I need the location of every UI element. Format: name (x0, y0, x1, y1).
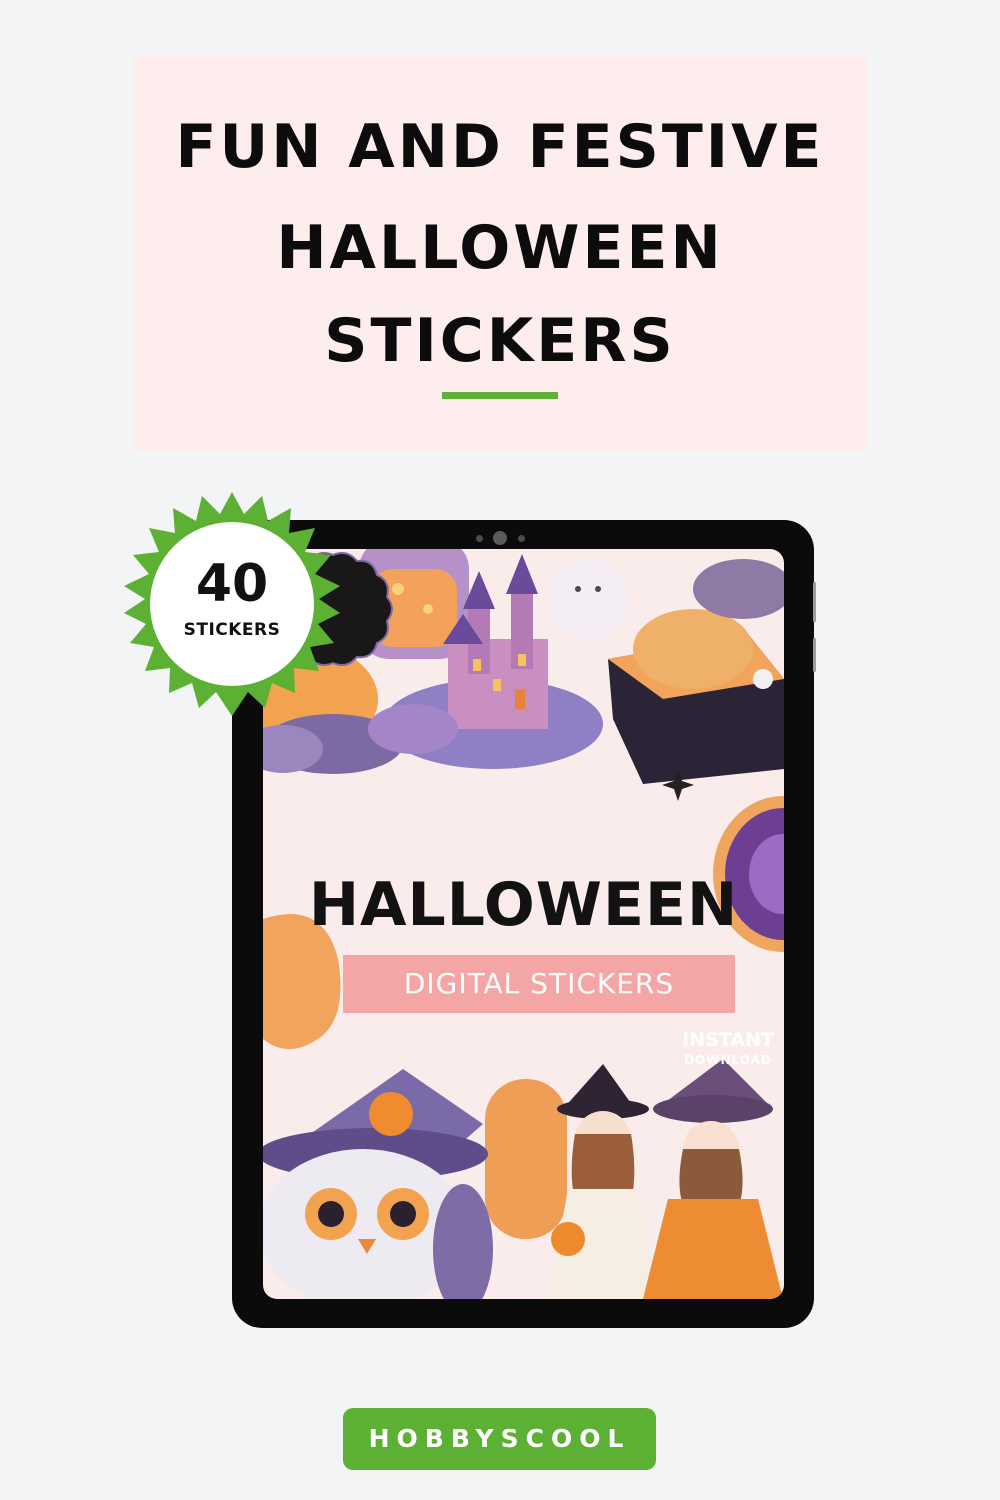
tombstone-sticker (485, 1079, 567, 1239)
title-line-1: FUN AND FESTIVE (175, 112, 825, 182)
product-subtitle: DIGITAL STICKERS (403, 967, 675, 1000)
camera-lens (493, 531, 507, 545)
tablet-volume-button (813, 638, 816, 672)
title-card: FUN AND FESTIVE HALLOWEEN STICKERS (133, 55, 867, 451)
ghost-sticker (548, 559, 628, 639)
instant-label: INSTANT (682, 1029, 774, 1051)
title-line-2: HALLOWEEN (276, 213, 724, 283)
camera-dot-right (518, 535, 525, 542)
download-label: DOWNLOAD (684, 1053, 772, 1067)
coffin-sticker (608, 559, 784, 801)
title-underline (442, 392, 558, 399)
sticker-count: 40 (195, 554, 269, 614)
brand-name: HOBBYSCOOL (368, 1424, 631, 1453)
title-line-3: STICKERS (324, 306, 676, 376)
brand-button[interactable]: HOBBYSCOOL (343, 1408, 656, 1470)
product-title: HALLOWEEN (308, 870, 739, 940)
owl-witch-sticker (263, 1069, 493, 1299)
camera-dot-left (476, 535, 483, 542)
sticker-count-label: STICKERS (183, 620, 281, 640)
subtitle-band: DIGITAL STICKERS (343, 955, 735, 1013)
tablet-power-button (813, 582, 816, 622)
witch-girl-right-sticker (643, 1059, 783, 1299)
